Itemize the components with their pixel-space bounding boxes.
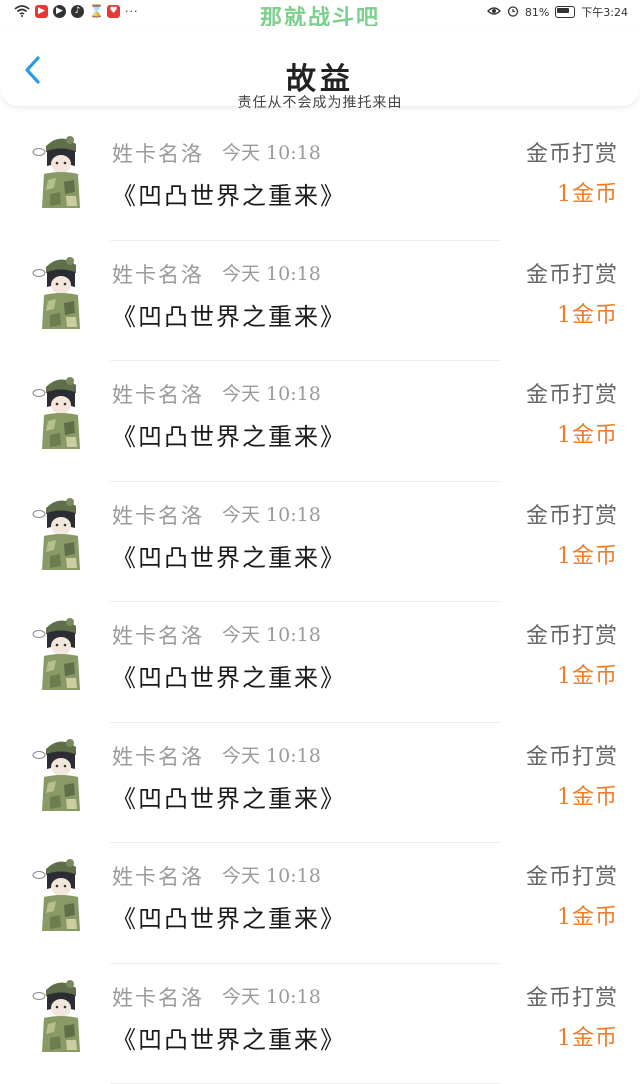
book-title[interactable]: 《凹凸世界之重来》: [112, 176, 346, 211]
user-name[interactable]: 姓卡名洛: [112, 861, 204, 891]
list-item[interactable]: 姓卡名洛 今天 10:18 《凹凸世界之重来》 金币打赏 1金币: [0, 361, 640, 482]
user-name[interactable]: 姓卡名洛: [112, 259, 204, 289]
book-title[interactable]: 《凹凸世界之重来》: [112, 417, 346, 452]
coin-reward-label[interactable]: 金币打赏: [526, 859, 618, 891]
avatar[interactable]: [30, 373, 86, 453]
coin-reward-label[interactable]: 金币打赏: [526, 980, 618, 1012]
page-header: 故益 责任从不会成为推托来由: [0, 26, 640, 107]
reward-time: 今天 10:18: [222, 259, 321, 286]
user-name[interactable]: 姓卡名洛: [112, 379, 204, 409]
clock-time: 下午3:24: [581, 4, 628, 20]
list-item[interactable]: 姓卡名洛 今天 10:18 《凹凸世界之重来》 金币打赏 1金币: [0, 120, 640, 241]
coin-reward-label[interactable]: 金币打赏: [526, 136, 618, 168]
book-title[interactable]: 《凹凸世界之重来》: [112, 899, 346, 934]
reward-time: 今天 10:18: [222, 379, 321, 406]
reward-amount: 1金币: [557, 297, 618, 329]
list-item[interactable]: 姓卡名洛 今天 10:18 《凹凸世界之重来》 金币打赏 1金币: [0, 602, 640, 723]
avatar[interactable]: [30, 494, 86, 574]
alarm-icon: [507, 5, 519, 20]
page-subtitle: 责任从不会成为推托来由: [0, 92, 640, 112]
reward-amount: 1金币: [557, 1020, 618, 1052]
user-name[interactable]: 姓卡名洛: [112, 500, 204, 530]
avatar[interactable]: [30, 614, 86, 694]
coin-reward-label[interactable]: 金币打赏: [526, 739, 618, 771]
list-item[interactable]: 姓卡名洛 今天 10:18 《凹凸世界之重来》 金币打赏 1金币: [0, 482, 640, 603]
reward-time: 今天 10:18: [222, 138, 321, 165]
book-title[interactable]: 《凹凸世界之重来》: [112, 779, 346, 814]
reward-amount: 1金币: [557, 658, 618, 690]
book-title[interactable]: 《凹凸世界之重来》: [112, 1020, 346, 1055]
reward-amount: 1金币: [557, 538, 618, 570]
avatar[interactable]: [30, 855, 86, 935]
eye-icon: [487, 6, 501, 19]
coin-reward-label[interactable]: 金币打赏: [526, 618, 618, 650]
reward-time: 今天 10:18: [222, 982, 321, 1009]
user-name[interactable]: 姓卡名洛: [112, 741, 204, 771]
user-name[interactable]: 姓卡名洛: [112, 138, 204, 168]
coin-reward-label[interactable]: 金币打赏: [526, 498, 618, 530]
coin-reward-label[interactable]: 金币打赏: [526, 377, 618, 409]
battery-icon: [555, 6, 575, 18]
status-indicators: 81% 下午3:24: [487, 4, 628, 20]
reward-time: 今天 10:18: [222, 861, 321, 888]
reward-time: 今天 10:18: [222, 620, 321, 647]
list-item[interactable]: 姓卡名洛 今天 10:18 《凹凸世界之重来》 金币打赏 1金币: [0, 723, 640, 844]
book-title[interactable]: 《凹凸世界之重来》: [112, 538, 346, 573]
list-item[interactable]: 姓卡名洛 今天 10:18 《凹凸世界之重来》 金币打赏 1金币: [0, 241, 640, 362]
avatar[interactable]: [30, 735, 86, 815]
avatar[interactable]: [30, 976, 86, 1056]
reward-amount: 1金币: [557, 417, 618, 449]
book-title[interactable]: 《凹凸世界之重来》: [112, 297, 346, 332]
reward-time: 今天 10:18: [222, 500, 321, 527]
avatar[interactable]: [30, 253, 86, 333]
avatar[interactable]: [30, 132, 86, 212]
user-name[interactable]: 姓卡名洛: [112, 982, 204, 1012]
battery-percent: 81%: [525, 6, 549, 19]
reward-time: 今天 10:18: [222, 741, 321, 768]
reward-list: 姓卡名洛 今天 10:18 《凹凸世界之重来》 金币打赏 1金币: [0, 120, 640, 1084]
user-name[interactable]: 姓卡名洛: [112, 620, 204, 650]
reward-amount: 1金币: [557, 779, 618, 811]
list-item[interactable]: 姓卡名洛 今天 10:18 《凹凸世界之重来》 金币打赏 1金币: [0, 843, 640, 964]
status-bar: ▶ ▶ ♪ ⌛ ♥ ··· 那就战斗吧 81% 下午3:24: [0, 0, 640, 26]
coin-reward-label[interactable]: 金币打赏: [526, 257, 618, 289]
reward-amount: 1金币: [557, 176, 618, 208]
book-title[interactable]: 《凹凸世界之重来》: [112, 658, 346, 693]
reward-amount: 1金币: [557, 899, 618, 931]
